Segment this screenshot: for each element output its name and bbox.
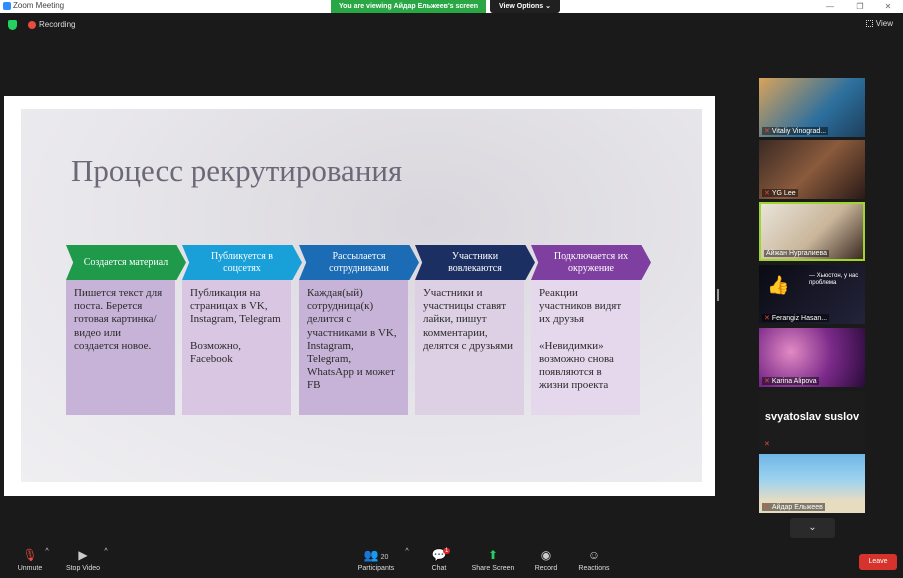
participant-name: ✕ Ferangiz Hasan... (762, 314, 830, 322)
participant-tile[interactable]: ✕ Айдар Ельжеев (759, 454, 865, 513)
restore-icon[interactable]: ❐ (848, 0, 872, 13)
step-chevron: Подключается их окружение (531, 245, 651, 280)
muted-mic-icon: ✕ (764, 128, 770, 135)
view-button[interactable]: View (865, 19, 893, 28)
share-screen-button[interactable]: ⬆ Share Screen (463, 548, 523, 572)
leave-button[interactable]: Leave (859, 554, 897, 570)
meeting-toolbar: 🎙 Unmute ^ ▶ Stop Video ^ 👥 20 Participan… (0, 545, 903, 578)
meeting-topbar: Recording View (0, 13, 903, 37)
presentation-slide: Процесс рекрутирования Создается материа… (21, 109, 702, 482)
participant-tile[interactable]: ✕ YG Lee (759, 140, 865, 199)
participants-button[interactable]: 👥 20 Participants (346, 548, 406, 572)
participant-name: ✕ Айдар Ельжеев (762, 503, 825, 511)
participant-tile[interactable]: ✕ Vitaliy Vinograd... (759, 78, 865, 137)
participant-tile-active-speaker[interactable]: Айжан Нургалиева (759, 202, 865, 261)
thumbs-up-icon: 👍 (767, 275, 790, 295)
participant-tile[interactable]: 👍 — Хьюстон, у нас проблема ✕ Ferangiz Ha… (759, 265, 865, 324)
reactions-label: Reactions (578, 565, 610, 572)
record-label: Record (534, 565, 558, 572)
participant-name-large: svyatoslav suslov (764, 411, 860, 423)
tile-caption: — Хьюстон, у нас проблема (809, 273, 859, 287)
close-icon[interactable]: ✕ (876, 0, 900, 13)
step-description: Каждая(ый) сотрудница(к) делится с участ… (299, 280, 408, 415)
view-options-button[interactable]: View Options ⌄ (490, 0, 560, 13)
muted-mic-icon: ✕ (764, 378, 770, 385)
window-title: Zoom Meeting (13, 1, 65, 10)
panel-splitter[interactable] (717, 289, 719, 301)
share-screen-label: Share Screen (471, 565, 515, 572)
reactions-button[interactable]: ☺ Reactions (564, 548, 624, 572)
participants-label: Participants (357, 565, 395, 572)
chat-button[interactable]: 💬 1 Chat (409, 548, 469, 572)
security-shield-icon[interactable] (8, 20, 17, 30)
step-chevron: Рассылается сотрудниками (299, 245, 419, 280)
audio-options-caret-icon[interactable]: ^ (42, 548, 52, 555)
participant-name: ✕ Karina Alipova (762, 377, 819, 385)
recording-label: Recording (39, 20, 76, 29)
view-label: View (875, 19, 893, 28)
step-chevron: Публикуется в соцсетях (182, 245, 302, 280)
step-description: Публикация на страницах в VK, Instagram,… (182, 280, 291, 415)
chat-label: Chat (431, 565, 447, 572)
share-banner: You are viewing Айдар Ельжеев's screen (331, 0, 486, 13)
participant-mic: ✕ (762, 440, 774, 448)
muted-mic-icon: ✕ (764, 190, 770, 197)
step-description: Реакции участников видят их друзья «Неви… (531, 280, 640, 415)
reactions-icon: ☺ (587, 548, 601, 562)
minimize-icon[interactable]: — (818, 0, 842, 13)
participants-icon: 👥 20 (363, 548, 389, 562)
participant-name: ✕ Vitaliy Vinograd... (762, 127, 829, 135)
video-options-caret-icon[interactable]: ^ (101, 548, 111, 555)
grid-icon (865, 20, 873, 27)
muted-mic-icon: ✕ (764, 504, 770, 511)
muted-mic-icon: ✕ (764, 315, 770, 322)
chat-icon: 💬 (431, 548, 447, 562)
slide-title: Процесс рекрутирования (71, 153, 403, 188)
step-description: Пишется текст для поста. Берется готовая… (66, 280, 175, 415)
share-screen-icon: ⬆ (487, 548, 499, 562)
participant-tile[interactable]: svyatoslav suslov ✕ (759, 391, 865, 450)
shared-screen: Процесс рекрутирования Создается материа… (4, 96, 715, 496)
muted-mic-icon: ✕ (764, 441, 770, 448)
unmute-label: Unmute (17, 565, 43, 572)
recording-icon (28, 21, 36, 29)
step-chevron: Участники вовлекаются (415, 245, 535, 280)
step-chevron: Создается материал (66, 245, 186, 280)
window-titlebar: Zoom Meeting You are viewing Айдар Ельже… (0, 0, 903, 13)
stop-video-label: Stop Video (65, 565, 101, 572)
participants-count: 20 (380, 554, 389, 561)
participant-tile[interactable]: ✕ Karina Alipova (759, 328, 865, 387)
participant-name: ✕ YG Lee (762, 189, 798, 197)
gallery-scroll-down-button[interactable]: ⌄ (790, 518, 835, 538)
zoom-logo-icon (3, 2, 11, 10)
participant-name: Айжан Нургалиева (764, 250, 830, 257)
step-description: Участники и участницы ставят лайки, пишу… (415, 280, 524, 415)
